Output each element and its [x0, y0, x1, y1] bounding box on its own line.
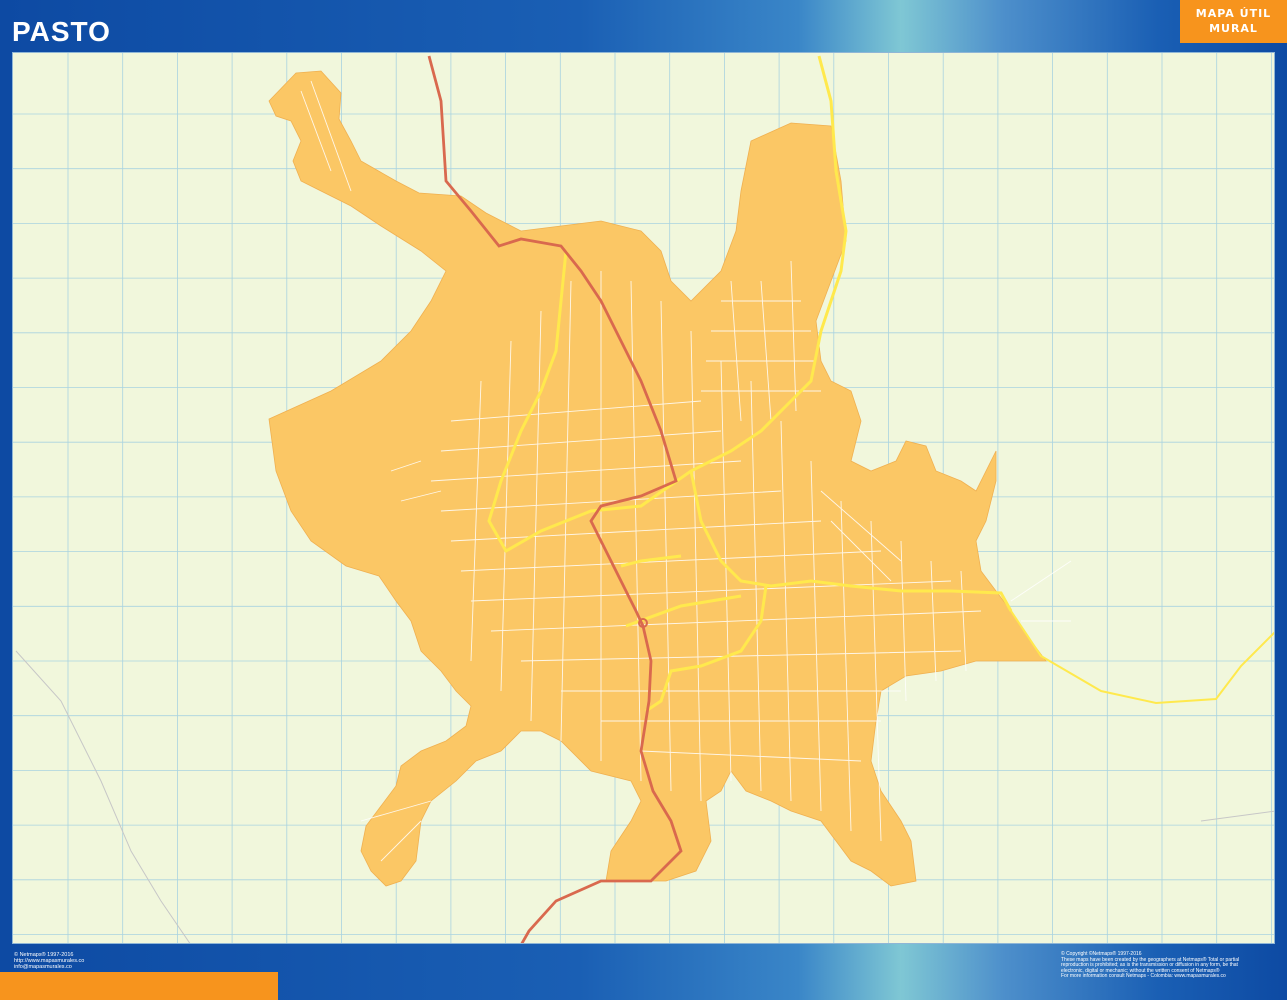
urban-area [268, 70, 1047, 887]
orange-accent-bar [0, 972, 278, 1000]
copyright-notice: © Copyright ©Netmaps® 1997-2016 These ma… [1061, 951, 1283, 980]
header-bar: PASTO MAPA ÚTIL MURAL [0, 0, 1287, 52]
brand-badge[interactable]: MAPA ÚTIL MURAL [1180, 0, 1287, 43]
email-link[interactable]: info@mapasmurales.co [14, 964, 84, 970]
copyright-left: © Netmaps® 1997-2016 http://www.mapasmur… [14, 952, 84, 970]
secondary-road [15, 650, 191, 943]
map-canvas[interactable] [12, 52, 1275, 944]
map-title: PASTO [12, 16, 111, 47]
copyright-notice-line: For more information consult Netmaps - C… [1061, 973, 1226, 980]
brand-line-2: MURAL [1209, 22, 1258, 35]
highway-east [1010, 610, 1274, 705]
brand-line-1: MAPA ÚTIL [1195, 7, 1272, 20]
secondary-road [1200, 810, 1274, 822]
